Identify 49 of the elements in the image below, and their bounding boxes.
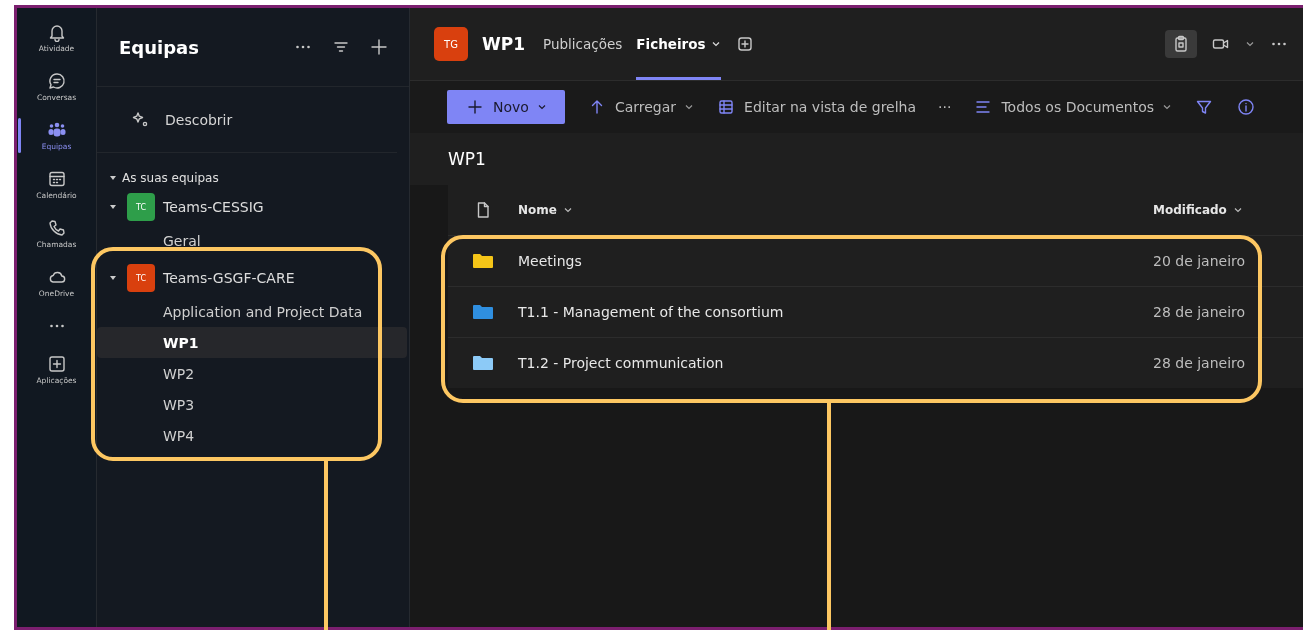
chevron-icon bbox=[1232, 205, 1243, 215]
modified-date: 28 de janeiro bbox=[1153, 304, 1246, 320]
teams-icon bbox=[46, 120, 67, 140]
chevron-icon bbox=[562, 205, 573, 215]
add-icon bbox=[465, 97, 485, 117]
modified-date: 28 de janeiro bbox=[1153, 355, 1246, 371]
channel-item[interactable]: WP4 bbox=[97, 420, 407, 451]
chevron-icon bbox=[1162, 102, 1173, 112]
channel-item[interactable]: WP2 bbox=[97, 358, 407, 389]
new-button[interactable]: Novo bbox=[447, 90, 565, 124]
upload-button[interactable]: Carregar bbox=[586, 97, 695, 117]
more-icon bbox=[49, 324, 64, 328]
column-header[interactable]: Nome bbox=[518, 203, 557, 217]
file-name[interactable]: Meetings bbox=[518, 253, 582, 269]
team-avatar: TC bbox=[127, 193, 155, 221]
team-name[interactable]: Teams-CESSIG bbox=[163, 199, 264, 215]
file-name[interactable]: T1.1 - Management of the consortium bbox=[518, 304, 784, 320]
discover-item[interactable]: Descobrir bbox=[97, 87, 397, 153]
library-title: WP1 bbox=[410, 133, 1303, 185]
panel-title: Equipas bbox=[119, 36, 200, 58]
channel-title: WP1 bbox=[482, 34, 526, 54]
channel-item[interactable]: Application and Project Data bbox=[97, 296, 407, 327]
team-name[interactable]: Teams-GSGF-CARE bbox=[163, 270, 295, 286]
chevron-icon bbox=[1245, 39, 1255, 49]
call-icon bbox=[46, 218, 67, 238]
clipboard-button[interactable] bbox=[1165, 30, 1197, 58]
view-selector[interactable]: Todos os Documentos bbox=[973, 97, 1173, 117]
calendar-icon bbox=[46, 169, 67, 189]
channel-item[interactable]: Geral bbox=[97, 225, 407, 256]
chevron-icon bbox=[684, 102, 695, 112]
team-avatar: TC bbox=[127, 264, 155, 292]
more-button[interactable]: ··· bbox=[938, 99, 952, 115]
chat-icon bbox=[46, 71, 67, 91]
section-label: As suas equipas bbox=[122, 171, 219, 185]
expand-triangle-icon[interactable] bbox=[109, 203, 117, 211]
info-icon[interactable] bbox=[1236, 97, 1257, 117]
channel-item[interactable]: WP3 bbox=[97, 389, 407, 420]
modified-date: 20 de janeiro bbox=[1153, 253, 1246, 269]
tab[interactable]: Publicações bbox=[543, 8, 623, 80]
grid-edit-button[interactable]: Editar na vista de grelha bbox=[716, 97, 917, 117]
expand-triangle-icon[interactable] bbox=[109, 274, 117, 282]
chevron-icon bbox=[536, 102, 547, 112]
channel-avatar: TG bbox=[434, 27, 468, 61]
column-header[interactable]: Modificado bbox=[1153, 203, 1227, 217]
file-name[interactable]: T1.2 - Project communication bbox=[518, 355, 724, 371]
apps-icon bbox=[46, 354, 67, 374]
add-icon[interactable] bbox=[369, 37, 389, 57]
expand-triangle-icon[interactable] bbox=[109, 174, 117, 182]
channel-item[interactable]: WP1 bbox=[97, 327, 407, 358]
